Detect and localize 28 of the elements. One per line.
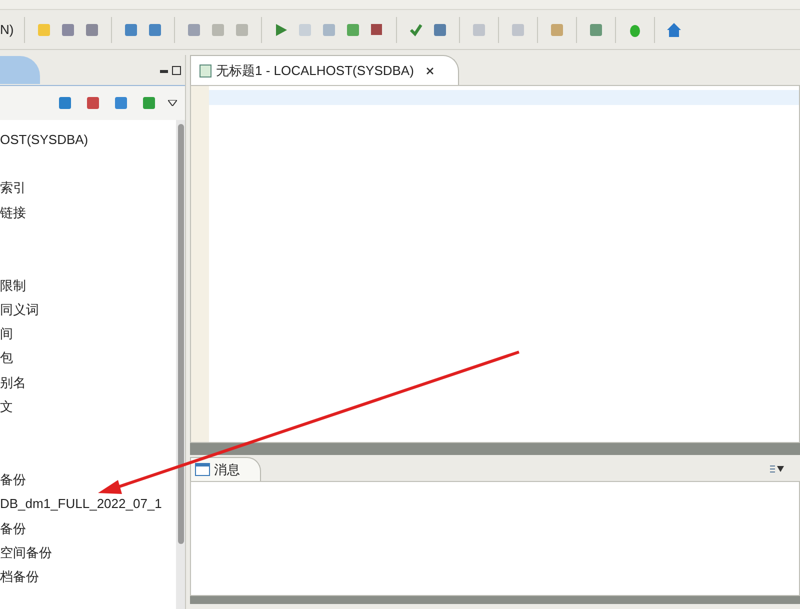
tree-item[interactable]: 同义词	[0, 300, 39, 320]
tree-item[interactable]: 间	[0, 324, 13, 344]
sql-file-icon	[199, 64, 212, 78]
horizontal-scrollbar[interactable]	[190, 596, 800, 604]
tree-item[interactable]: 空间备份	[0, 542, 52, 562]
navigator-tab[interactable]	[0, 56, 40, 84]
messages-tab[interactable]: 消息	[190, 457, 261, 481]
toolbar-combo[interactable]: N)	[0, 20, 14, 40]
home-icon[interactable]	[664, 20, 683, 38]
close-icon[interactable]	[426, 66, 434, 74]
tree-item[interactable]: 链接	[0, 202, 26, 222]
editor-tab[interactable]: 无标题1 - LOCALHOST(SYSDBA)	[190, 55, 459, 85]
tree-item[interactable]: OST(SYSDBA)	[0, 130, 88, 150]
scrollbar[interactable]	[176, 120, 185, 609]
tree-item[interactable]: 索引	[0, 178, 26, 198]
tree-item[interactable]: 备份	[0, 518, 26, 538]
tree-item[interactable]: 别名	[0, 372, 26, 392]
tree-item[interactable]: DB_dm1_FULL_2022_07_1	[0, 494, 162, 514]
tree-item[interactable]: 包	[0, 348, 13, 368]
view-menu-icon[interactable]	[770, 465, 784, 473]
tree-item[interactable]: 限制	[0, 276, 26, 296]
tree-item[interactable]: 备份	[0, 470, 26, 490]
tree-item[interactable]: 档备份	[0, 567, 39, 587]
tree-item[interactable]: 文	[0, 397, 13, 417]
maximize-icon[interactable]	[172, 66, 181, 74]
message-icon	[195, 463, 210, 476]
dropdown-icon[interactable]	[168, 100, 177, 106]
minimize-icon[interactable]	[160, 70, 168, 72]
